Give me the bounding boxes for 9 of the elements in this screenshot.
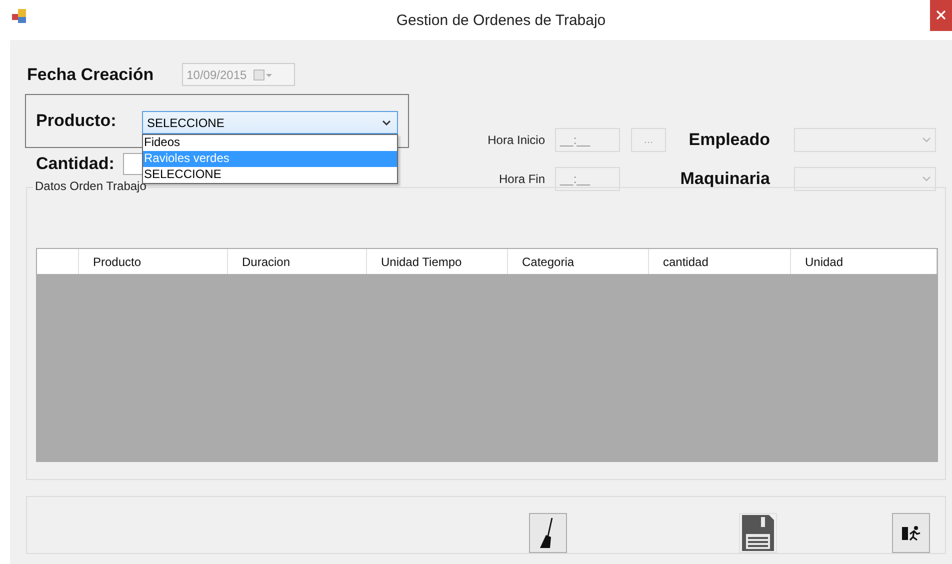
maquinaria-label: Maquinaria: [679, 169, 770, 189]
fecha-creacion-label: Fecha Creación: [27, 64, 154, 84]
hora-inicio-label: Hora Inicio: [486, 133, 546, 147]
window-title: Gestion de Ordenes de Trabajo: [395, 12, 607, 28]
cantidad-label: Cantidad:: [36, 154, 114, 174]
hora-fin-label: Hora Fin: [498, 172, 546, 186]
producto-label: Producto:: [36, 111, 116, 131]
group-title: Datos Orden Trabajo: [33, 179, 148, 193]
empleado-label: Empleado: [688, 130, 770, 150]
